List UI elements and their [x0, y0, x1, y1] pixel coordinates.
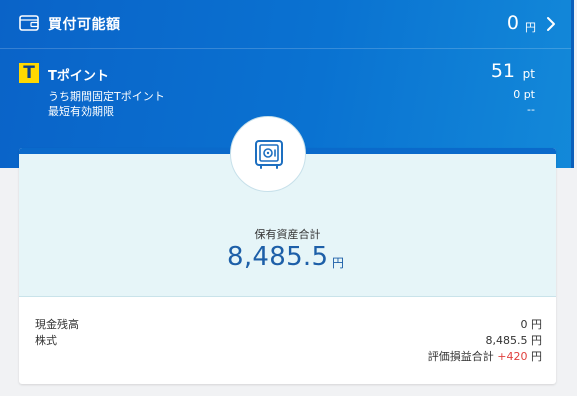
total-assets-unit: 円 [332, 256, 345, 270]
profit-loss-row: 評価損益合計 +420 円 [428, 348, 542, 364]
fixed-period-tpoint-label: うち期間固定Tポイント [48, 90, 165, 103]
stocks-label: 株式 [35, 334, 57, 347]
profit-loss-value: +420 [497, 350, 528, 363]
total-assets-label: 保有資産合計 [254, 228, 321, 241]
tpoint-value: 51 [490, 60, 515, 82]
cash-balance-value: 0 円 [520, 318, 543, 331]
buying-power-label: 買付可能額 [48, 17, 121, 33]
expiry-label: 最短有効期限 [48, 105, 114, 118]
buying-power-unit: 円 [525, 21, 536, 34]
fixed-period-tpoint-value: 0 pt [513, 88, 535, 101]
safe-icon-badge [230, 116, 306, 192]
tpoint-logo: T [19, 63, 39, 83]
scrollbar[interactable] [571, 0, 574, 168]
tpoint-label: Tポイント [48, 69, 109, 84]
profit-loss-label: 評価損益合計 [427, 350, 494, 363]
safe-icon [255, 140, 283, 169]
profit-loss-unit: 円 [531, 350, 542, 363]
expiry-value: -- [527, 103, 535, 116]
buying-power-value: 0 [506, 12, 519, 34]
header-divider [0, 48, 574, 49]
wallet-icon [19, 15, 39, 31]
account-summary-screen: 買付可能額 0 円 T Tポイント 51 pt うち期間固定Tポイント 0 pt… [0, 0, 577, 396]
stocks-value: 8,485.5 円 [485, 334, 542, 347]
total-assets-value: 8,485.5 [227, 242, 329, 272]
tpoint-unit: pt [522, 67, 535, 81]
buying-power-row[interactable]: 買付可能額 0 円 [0, 0, 574, 48]
chevron-right-icon[interactable] [545, 15, 557, 33]
cash-balance-label: 現金残高 [35, 318, 79, 331]
